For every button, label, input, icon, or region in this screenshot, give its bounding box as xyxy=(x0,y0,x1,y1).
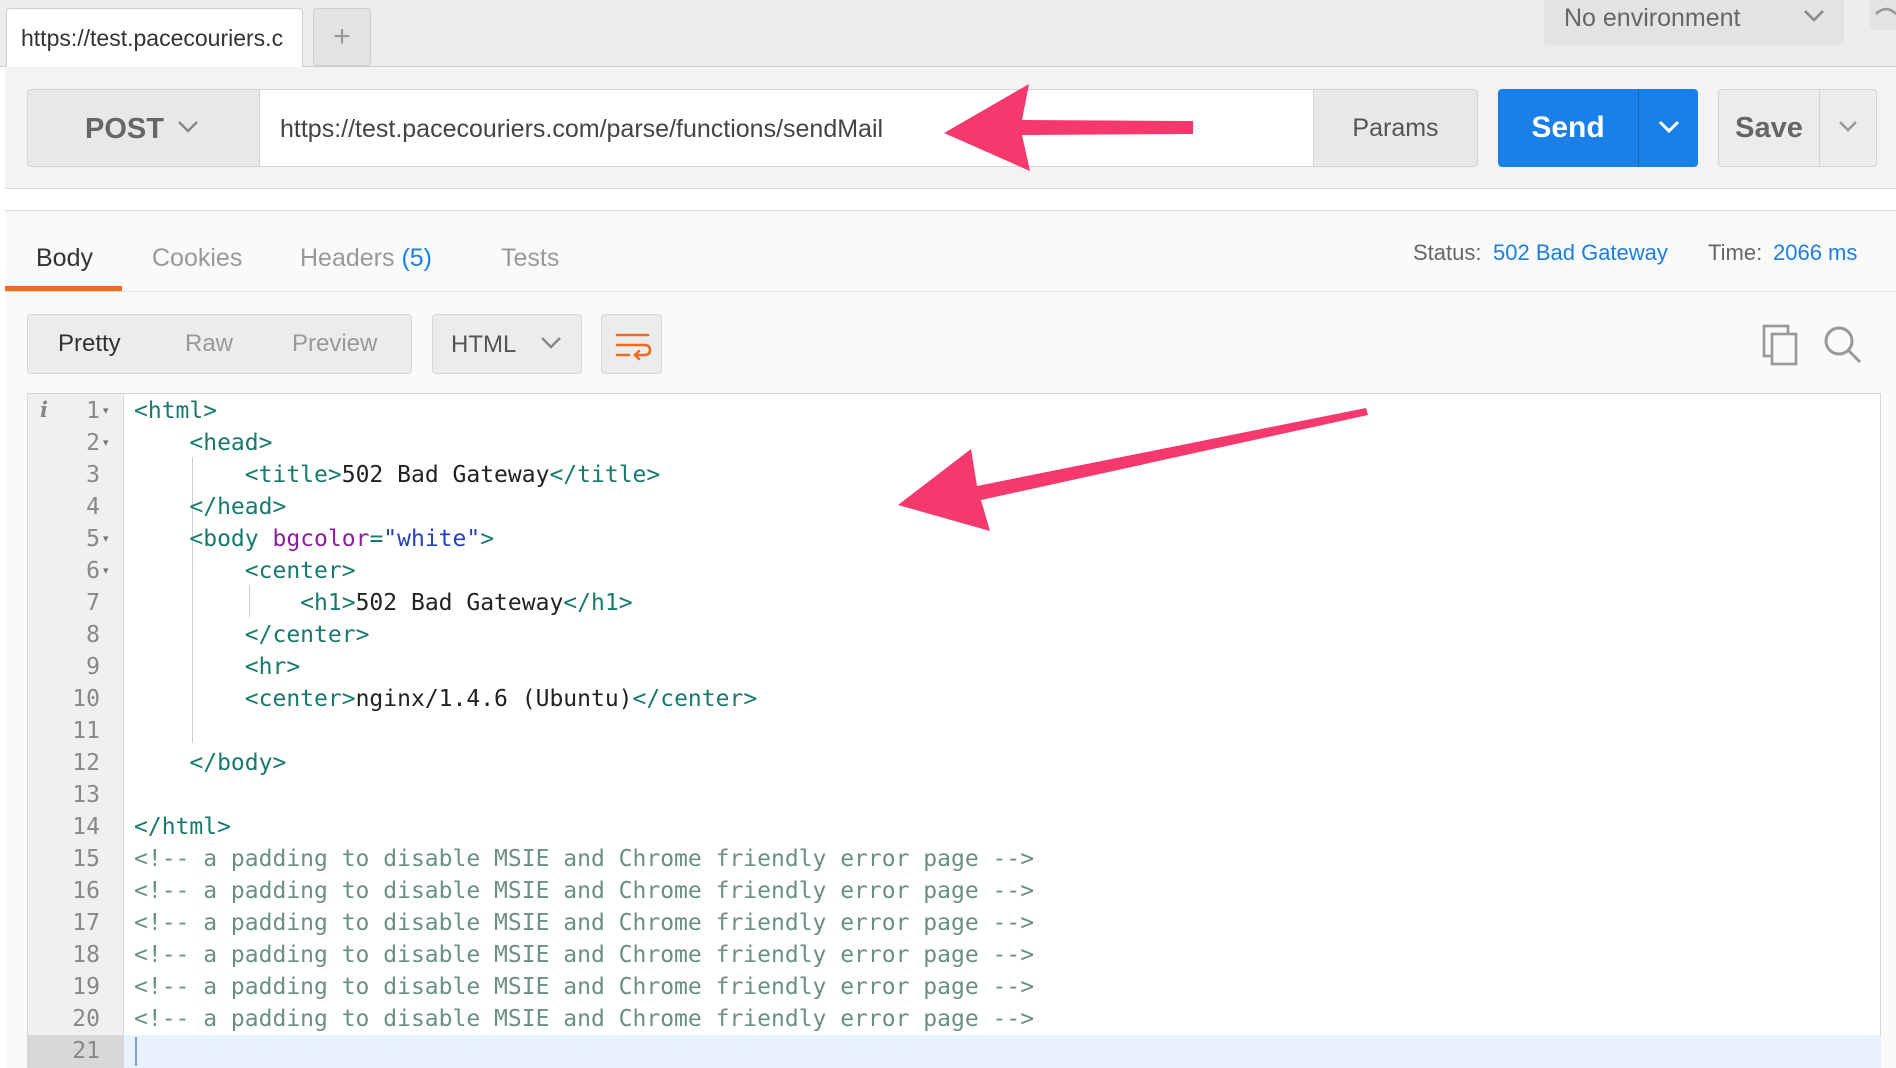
arrow-to-response-icon xyxy=(898,408,1368,531)
annotation-arrows xyxy=(898,84,1368,531)
arrow-to-url-icon xyxy=(944,84,1193,171)
